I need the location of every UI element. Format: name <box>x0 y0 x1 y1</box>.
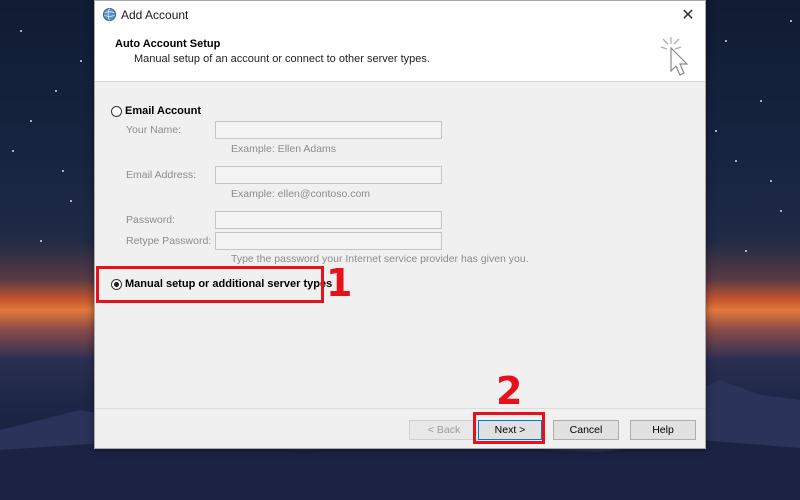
annotation-number-1: 1 <box>326 261 353 305</box>
password-label: Password: <box>126 214 176 226</box>
star <box>12 150 14 152</box>
email-address-input[interactable] <box>215 166 442 184</box>
star <box>790 20 792 22</box>
password-hint: Type the password your Internet service … <box>231 253 529 265</box>
outlook-globe-icon <box>102 7 117 22</box>
star <box>80 60 82 62</box>
annotation-box-next <box>473 412 545 444</box>
header-subtitle: Manual setup of an account or connect to… <box>134 53 430 65</box>
cancel-button[interactable]: Cancel <box>553 420 619 440</box>
add-account-dialog: Add Account ✕ Auto Account Setup Manual … <box>94 0 706 449</box>
title-bar: Add Account ✕ <box>95 1 705 29</box>
window-title: Add Account <box>121 8 189 22</box>
email-account-label[interactable]: Email Account <box>125 105 201 117</box>
wizard-content: Email Account Your Name: Example: Ellen … <box>95 82 705 407</box>
your-name-input[interactable] <box>215 121 442 139</box>
password-input[interactable] <box>215 211 442 229</box>
star <box>30 120 32 122</box>
star <box>62 170 64 172</box>
your-name-hint: Example: Ellen Adams <box>231 143 337 155</box>
cursor-click-icon <box>660 37 689 76</box>
back-button[interactable]: < Back <box>409 420 479 440</box>
star <box>715 130 717 132</box>
close-icon: ✕ <box>681 7 695 24</box>
star <box>760 100 762 102</box>
star <box>770 180 772 182</box>
header-title: Auto Account Setup <box>115 38 221 50</box>
star <box>70 200 72 202</box>
star <box>20 30 22 32</box>
wizard-header: Auto Account Setup Manual setup of an ac… <box>95 29 705 82</box>
star <box>55 90 57 92</box>
star <box>745 250 747 252</box>
star <box>40 240 42 242</box>
retype-password-label: Retype Password: <box>126 235 212 247</box>
email-address-hint: Example: ellen@contoso.com <box>231 188 371 200</box>
annotation-box-manual-setup <box>96 266 324 303</box>
your-name-label: Your Name: <box>126 124 182 136</box>
footer-divider <box>95 408 705 409</box>
annotation-number-2: 2 <box>496 369 523 413</box>
close-button[interactable]: ✕ <box>671 1 705 29</box>
email-address-label: Email Address: <box>126 169 197 181</box>
retype-password-input[interactable] <box>215 232 442 250</box>
star <box>725 40 727 42</box>
star <box>735 160 737 162</box>
star <box>780 210 782 212</box>
email-account-radio[interactable] <box>111 106 122 117</box>
help-button[interactable]: Help <box>630 420 696 440</box>
